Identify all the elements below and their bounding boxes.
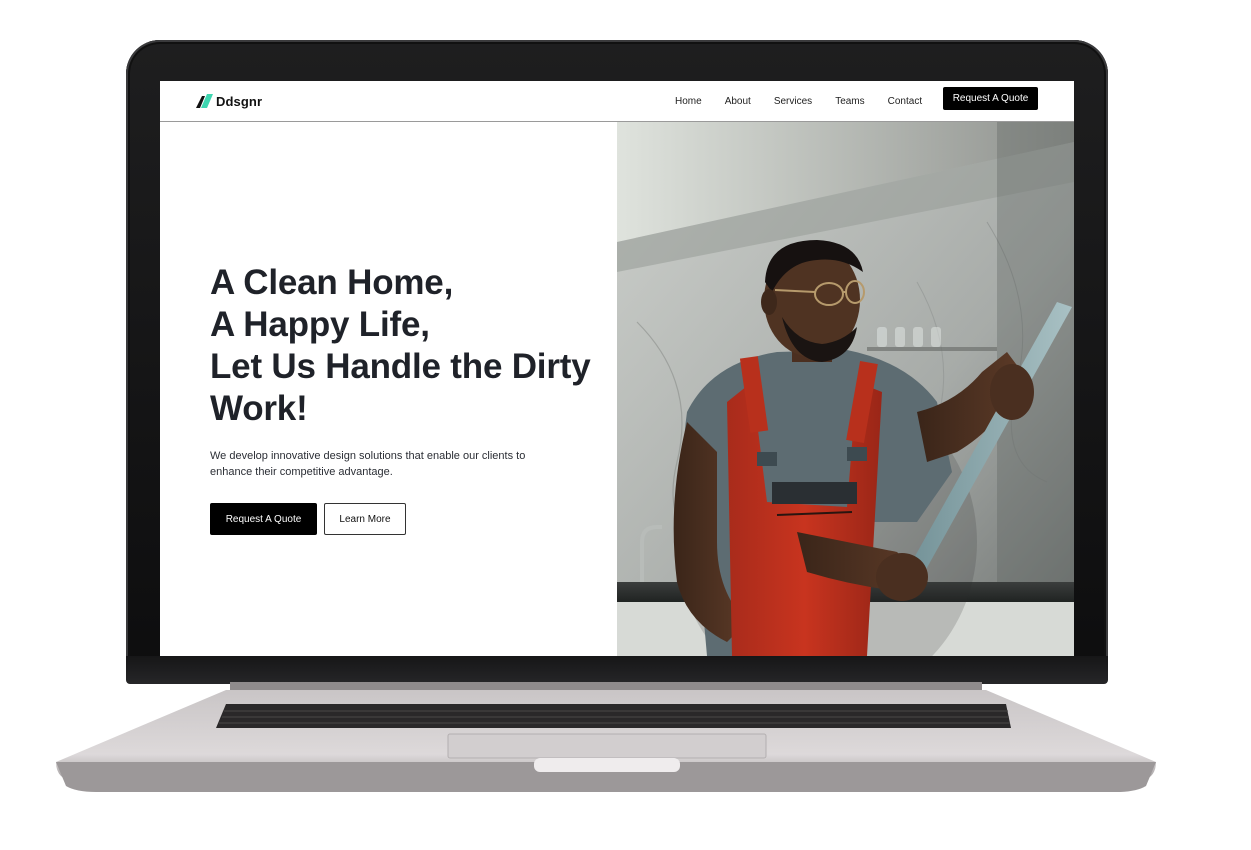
nav-link-contact[interactable]: Contact xyxy=(888,96,922,107)
laptop-screen: Ddsgnr Home About Services Teams Contact… xyxy=(160,81,1074,656)
hero-photo-cleaner xyxy=(617,122,1074,656)
brand-logo-icon xyxy=(196,94,213,108)
nav-request-quote-button[interactable]: Request A Quote xyxy=(943,87,1038,110)
hero-title-line: A Happy Life, xyxy=(210,305,430,344)
nav-link-teams[interactable]: Teams xyxy=(835,96,864,107)
nav-links: Home About Services Teams Contact xyxy=(675,81,945,121)
nav-link-services[interactable]: Services xyxy=(774,96,812,107)
laptop-bezel-bottom xyxy=(126,656,1108,684)
nav-link-home[interactable]: Home xyxy=(675,96,702,107)
hero-title: A Clean Home, A Happy Life, Let Us Handl… xyxy=(210,262,610,430)
hero-request-quote-button[interactable]: Request A Quote xyxy=(210,503,317,535)
navbar: Ddsgnr Home About Services Teams Contact… xyxy=(160,81,1074,122)
brand-logo[interactable]: Ddsgnr xyxy=(196,91,262,111)
hero-title-line: A Clean Home, xyxy=(210,263,454,302)
hero-title-line: Work! xyxy=(210,389,308,428)
hero-content: A Clean Home, A Happy Life, Let Us Handl… xyxy=(160,122,617,656)
hero-title-line: Let Us Handle the Dirty xyxy=(210,347,591,386)
laptop-base-keyboard xyxy=(56,682,1156,792)
nav-link-about[interactable]: About xyxy=(725,96,751,107)
hero-subtitle: We develop innovative design solutions t… xyxy=(210,450,526,478)
hero-learn-more-button[interactable]: Learn More xyxy=(324,503,406,535)
brand-name: Ddsgnr xyxy=(216,93,263,109)
laptop-mockup: Ddsgnr Home About Services Teams Contact… xyxy=(0,0,1251,850)
